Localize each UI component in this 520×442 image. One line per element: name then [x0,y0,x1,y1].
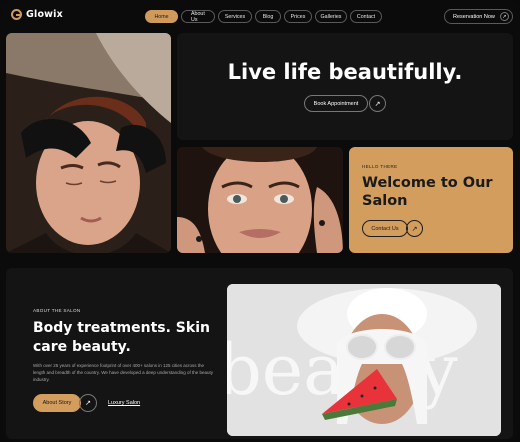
hero-title: Live life beautifully. [227,60,463,84]
contact-us-arrow-button[interactable]: ↗ [406,220,423,237]
welcome-title: Welcome to Our Salon [362,175,493,209]
contact-us-button[interactable]: Contact Us [362,220,408,237]
reservation-label: Reservation Now [453,13,495,20]
about-story-arrow-button[interactable]: ↗ [79,394,97,412]
nav-item-about-us[interactable]: About Us [181,10,215,23]
woman-watermelon-illustration: beauty [227,284,501,436]
nav-item-contact[interactable]: Contact [350,10,382,23]
about-story-button[interactable]: About Story [33,394,81,412]
arrow-up-right-icon: ↗ [499,12,509,21]
about-title: Body treatments. Skin care beauty. [33,320,210,355]
welcome-card: HELLO THERE Welcome to Our Salon Contact… [349,147,513,253]
arrow-up-right-icon: ↗ [85,400,91,407]
nav-item-services[interactable]: Services [218,10,252,23]
face-portrait-illustration [177,147,343,253]
arrow-up-right-icon: ↗ [374,100,381,108]
nav-item-home[interactable]: Home [145,10,178,23]
photo-woman-watermelon: beauty [227,284,501,436]
welcome-label: HELLO THERE [362,164,398,169]
eyebrow-treatment-illustration [6,33,171,253]
about-label: ABOUT THE SALON [33,308,81,313]
arrow-up-right-icon: ↗ [411,225,418,233]
logo-icon [11,9,22,20]
nav-item-galleries[interactable]: Galleries [315,10,347,23]
logo-text: Glowix [26,9,63,20]
logo[interactable]: Glowix [11,9,63,20]
photo-eyebrow-treatment [6,33,171,253]
hero-card: Live life beautifully. Book Appointment … [177,33,513,140]
about-description: With over 25 years of experience footpri… [33,363,213,382]
nav-item-blog[interactable]: Blog [255,10,281,23]
reservation-button[interactable]: Reservation Now ↗ [444,9,513,24]
nav-item-prices[interactable]: Prices [284,10,312,23]
luxury-salon-link[interactable]: Luxury Salon [108,400,140,406]
book-appointment-arrow-button[interactable]: ↗ [369,95,386,112]
main-nav: Home About Us Services Blog Prices Galle… [145,10,382,23]
book-appointment-button[interactable]: Book Appointment [304,95,368,112]
page-frame: Glowix Home About Us Services Blog Price… [0,0,520,442]
photo-face-portrait [177,147,343,253]
